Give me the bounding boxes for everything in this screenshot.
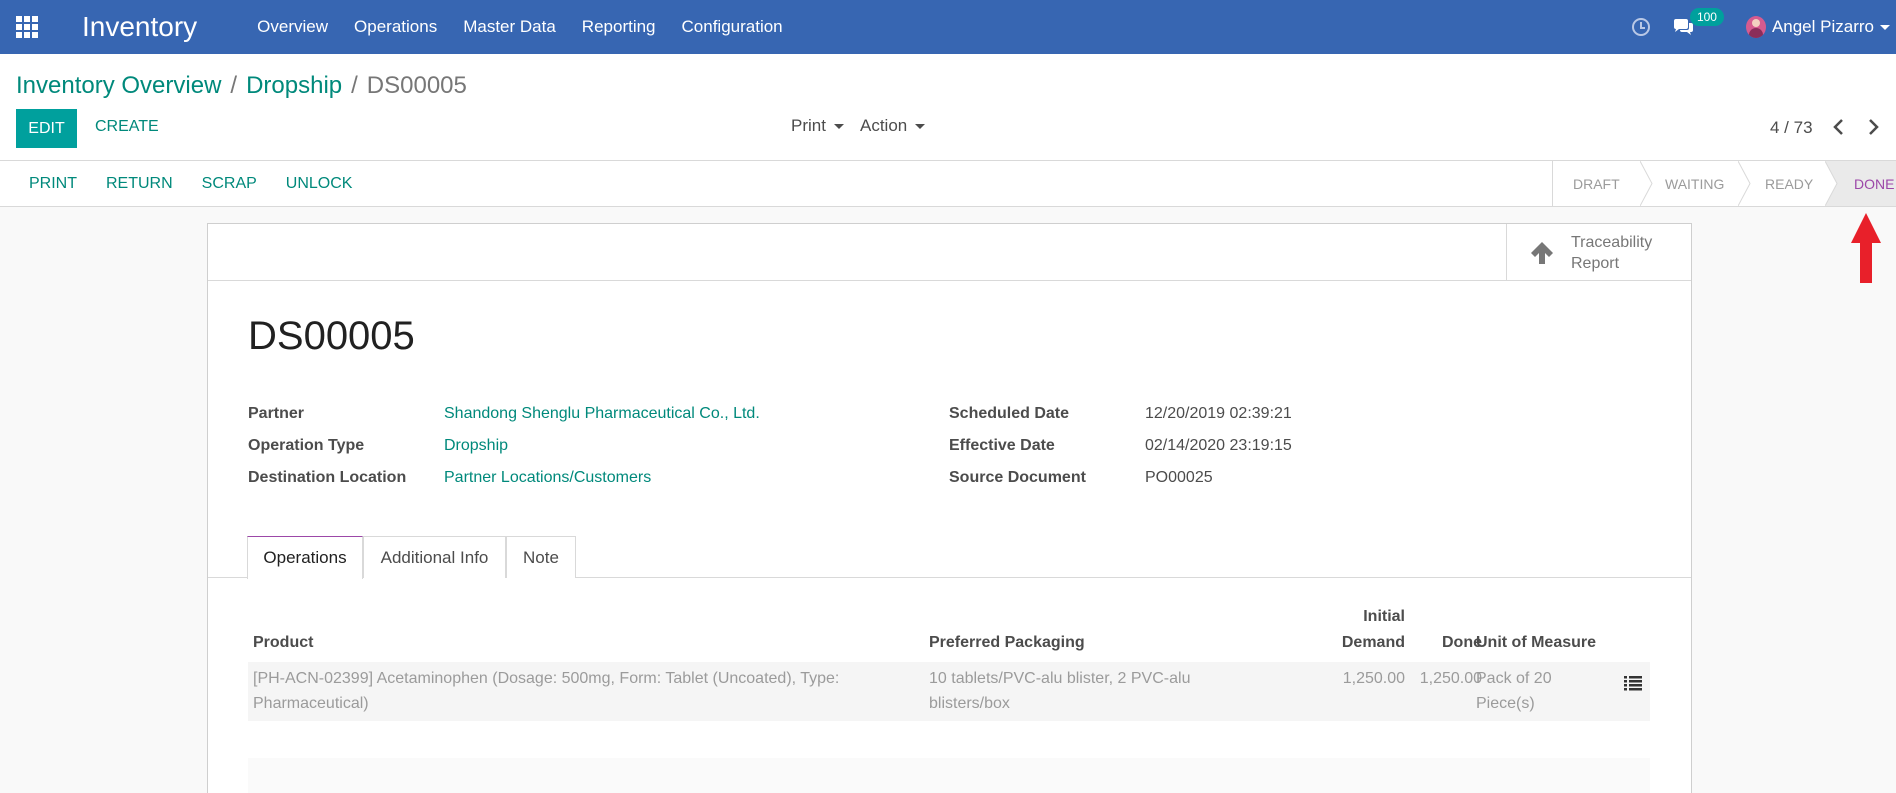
user-avatar[interactable]: [1745, 16, 1766, 38]
pager-next-icon[interactable]: [1864, 118, 1882, 136]
row-initial-demand: 1,250.00: [1342, 670, 1405, 687]
source-document-value: PO00025: [1145, 469, 1213, 486]
app-brand: Inventory: [82, 11, 198, 42]
row-done: 1,250.00: [1419, 670, 1482, 687]
messaging-menu[interactable]: 100: [1672, 8, 1724, 36]
return-button[interactable]: RETURN: [106, 175, 173, 193]
stage-pipeline: DRAFT WAITING READY DONE: [1552, 161, 1896, 206]
activity-clock-icon[interactable]: [1631, 18, 1650, 36]
destination-location-label: Destination Location: [248, 469, 407, 486]
stage-done-label: DONE: [1854, 175, 1895, 192]
stage-separator-icon: [1640, 161, 1653, 206]
effective-date-label: Effective Date: [949, 437, 1055, 454]
navbar-right: 100 Angel Pizarro: [1631, 0, 1896, 54]
breadcrumb-inventory-overview[interactable]: Inventory Overview: [16, 72, 221, 100]
print-dropdown-label: Print: [791, 116, 826, 135]
statusbar-buttons: PRINT RETURN SCRAP UNLOCK: [29, 175, 381, 193]
control-panel: Inventory Overview / Dropship / DS00005 …: [0, 54, 1896, 161]
stage-waiting-label: WAITING: [1665, 175, 1725, 192]
column-header-product[interactable]: Product: [253, 634, 313, 652]
stage-draft-label: DRAFT: [1573, 175, 1620, 192]
column-header-initial-demand-line2[interactable]: Demand: [1315, 634, 1405, 652]
partner-value[interactable]: Shandong Shenglu Pharmaceutical Co., Ltd…: [444, 405, 760, 423]
edit-button[interactable]: EDIT: [16, 109, 77, 148]
action-dropdown[interactable]: Action: [860, 116, 926, 136]
breadcrumb-separator: /: [351, 72, 358, 99]
pager-previous-icon[interactable]: [1830, 118, 1848, 136]
stage-draft[interactable]: DRAFT: [1553, 161, 1653, 206]
menu-configuration[interactable]: Configuration: [682, 17, 783, 37]
row-uom-cell: Pack of 20 Piece(s): [1476, 666, 1552, 716]
form-statusbar: PRINT RETURN SCRAP UNLOCK DRAFT WAITING …: [0, 161, 1896, 207]
tab-additional-info[interactable]: Additional Info: [363, 536, 506, 578]
column-header-initial-demand-line1[interactable]: Initial: [1335, 608, 1405, 626]
stage-waiting[interactable]: WAITING: [1641, 161, 1751, 206]
print-button[interactable]: PRINT: [29, 175, 77, 193]
menu-overview[interactable]: Overview: [257, 17, 328, 37]
destination-location-value[interactable]: Partner Locations/Customers: [444, 469, 651, 487]
row-uom-line1: Pack of 20: [1476, 670, 1552, 687]
chat-count-badge: 100: [1689, 8, 1724, 26]
traceability-label-line2: Report: [1571, 254, 1620, 272]
breadcrumb-current: DS00005: [366, 72, 467, 99]
column-header-uom[interactable]: Unit of Measure: [1476, 634, 1596, 652]
traceability-report-label: Traceability Report: [1571, 232, 1681, 274]
annotation-arrow-icon: [1851, 213, 1881, 283]
tab-note[interactable]: Note: [506, 536, 576, 578]
breadcrumb: Inventory Overview / Dropship / DS00005: [16, 72, 467, 100]
row-product-line1: [PH-ACN-02399] Acetaminophen (Dosage: 50…: [253, 670, 840, 687]
arrow-up-icon: [1531, 241, 1553, 264]
stage-ready-label: READY: [1765, 175, 1814, 192]
user-menu-caret-icon[interactable]: [1880, 24, 1890, 30]
menu-reporting[interactable]: Reporting: [582, 17, 656, 37]
breadcrumb-separator: /: [230, 72, 238, 99]
action-dropdown-label: Action: [860, 116, 908, 135]
menu-operations[interactable]: Operations: [354, 17, 437, 37]
column-header-packaging[interactable]: Preferred Packaging: [929, 634, 1085, 652]
table-empty-row: [248, 758, 1650, 793]
row-packaging-line1: 10 tablets/PVC-alu blister, 2 PVC-alu: [929, 670, 1191, 687]
stage-separator-icon: [1825, 161, 1838, 206]
scheduled-date-value: 12/20/2019 02:39:21: [1145, 405, 1292, 422]
smart-button-box: Traceability Report: [208, 224, 1691, 281]
pager-value[interactable]: 4 / 73: [1770, 118, 1813, 138]
operation-type-label: Operation Type: [248, 437, 365, 454]
traceability-label-line1: Traceability: [1571, 233, 1653, 251]
breadcrumb-dropship[interactable]: Dropship: [246, 72, 342, 100]
tab-operations[interactable]: Operations: [247, 536, 363, 579]
traceability-report-button[interactable]: Traceability Report: [1506, 224, 1691, 281]
row-packaging-line2: blisters/box: [929, 695, 1010, 712]
row-product-line2: Pharmaceutical): [253, 695, 369, 712]
effective-date-value: 02/14/2020 23:19:15: [1145, 437, 1292, 454]
detailed-operations-list-icon[interactable]: [1624, 675, 1642, 691]
row-product-cell: [PH-ACN-02399] Acetaminophen (Dosage: 50…: [253, 666, 839, 716]
row-uom-line2: Piece(s): [1476, 695, 1535, 712]
menu-master-data[interactable]: Master Data: [463, 17, 556, 37]
source-document-label: Source Document: [949, 469, 1086, 486]
main-menu: Overview Operations Master Data Reportin…: [257, 17, 808, 37]
user-name[interactable]: Angel Pizarro: [1772, 17, 1874, 37]
top-navbar: Inventory Overview Operations Master Dat…: [0, 0, 1896, 54]
column-header-done[interactable]: Done: [1422, 634, 1482, 652]
partner-label: Partner: [248, 405, 305, 422]
caret-down-icon: [915, 123, 926, 129]
caret-down-icon: [833, 123, 844, 129]
row-packaging-cell: 10 tablets/PVC-alu blister, 2 PVC-alu bl…: [929, 666, 1190, 716]
scrap-button[interactable]: SCRAP: [202, 175, 257, 193]
create-button[interactable]: CREATE: [95, 118, 159, 136]
operation-type-value[interactable]: Dropship: [444, 437, 508, 455]
unlock-button[interactable]: UNLOCK: [286, 175, 353, 193]
apps-menu-icon[interactable]: [0, 0, 54, 54]
document-title: DS00005: [248, 314, 415, 358]
scheduled-date-label: Scheduled Date: [949, 405, 1070, 422]
print-dropdown[interactable]: Print: [791, 116, 844, 136]
form-sheet: Traceability Report DS00005 Partner Shan…: [207, 223, 1692, 793]
stage-ready[interactable]: READY: [1739, 161, 1838, 206]
stage-separator-icon: [1738, 161, 1751, 206]
